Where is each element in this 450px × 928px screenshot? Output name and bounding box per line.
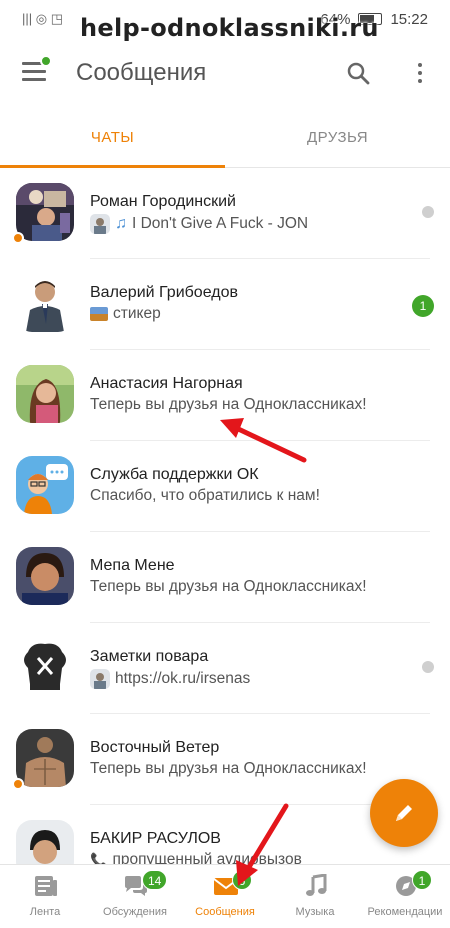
more-options-icon[interactable]: [410, 60, 430, 86]
chat-name: Анастасия Нагорная: [90, 375, 243, 392]
nav-music[interactable]: Музыка: [270, 865, 360, 928]
chat-row[interactable]: Роман Городинский ♫ I Don't Give A Fuck …: [0, 168, 450, 259]
menu-notification-dot: [40, 55, 52, 67]
chat-row[interactable]: Валерий Грибоедов стикер 1: [0, 259, 450, 350]
avatar: [16, 183, 74, 241]
online-indicator: [12, 778, 24, 790]
search-icon[interactable]: [346, 61, 370, 85]
avatar: [16, 274, 74, 332]
chat-last-message: Теперь вы друзья на Одноклассниках!: [90, 760, 367, 777]
page-title: Сообщения: [76, 59, 207, 86]
chat-last-message: ♫ I Don't Give A Fuck - JON: [90, 214, 308, 234]
mini-avatar: [90, 214, 110, 234]
app-bar: Сообщения: [0, 40, 450, 108]
mini-avatar: [90, 669, 110, 689]
nav-messages[interactable]: 6 Сообщения: [180, 865, 270, 928]
tab-friends[interactable]: ДРУЗЬЯ: [225, 108, 450, 168]
chat-last-message: Теперь вы друзья на Одноклассниках!: [90, 578, 367, 595]
clock: 15:22: [390, 10, 428, 28]
unread-count-badge: 1: [412, 295, 434, 317]
avatar: [16, 456, 74, 514]
signal-icons: ||| ◎ ◳: [22, 11, 63, 26]
avatar: [16, 365, 74, 423]
sticker-icon: [90, 307, 108, 321]
messages-badge: 6: [232, 870, 252, 890]
compose-button[interactable]: [370, 779, 438, 847]
chat-name: Роман Городинский: [90, 193, 236, 210]
nav-feed[interactable]: Лента: [0, 865, 90, 928]
pencil-icon: [396, 805, 412, 821]
avatar: [16, 638, 74, 696]
nav-discussions[interactable]: 14 Обсуждения: [90, 865, 180, 928]
bottom-navigation: Лента 14 Обсуждения 6 Сообщения Музыка 1…: [0, 864, 450, 928]
nav-recommendations[interactable]: 1 Рекомендации: [360, 865, 450, 928]
chat-name: БАКИР РАСУЛОВ: [90, 830, 221, 847]
chat-row[interactable]: Служба поддержки ОК Спасибо, что обратил…: [0, 441, 450, 532]
chat-name: Служба поддержки ОК: [90, 466, 259, 483]
chat-last-message: Теперь вы друзья на Одноклассниках!: [90, 396, 367, 413]
nav-label: Лента: [29, 906, 61, 918]
chat-row[interactable]: Заметки повара https://ok.ru/irsenas: [0, 623, 450, 714]
chat-name: Валерий Грибоедов: [90, 284, 238, 301]
music-note-icon: ♫: [115, 215, 127, 232]
online-indicator: [12, 232, 24, 244]
watermark: help-odnoklassniki.ru: [80, 14, 379, 42]
nav-label: Музыка: [295, 906, 335, 918]
chat-last-message: https://ok.ru/irsenas: [90, 669, 250, 689]
nav-label: Обсуждения: [103, 906, 167, 918]
chat-row[interactable]: Мепа Мене Теперь вы друзья на Одноклассн…: [0, 532, 450, 623]
tab-chats[interactable]: ЧАТЫ: [0, 108, 225, 168]
read-status-dot: [422, 661, 434, 673]
chat-row[interactable]: Анастасия Нагорная Теперь вы друзья на О…: [0, 350, 450, 441]
nav-label: Сообщения: [195, 906, 255, 918]
nav-label: Рекомендации: [367, 906, 443, 918]
chat-last-message: стикер: [90, 305, 161, 323]
avatar: [16, 547, 74, 605]
recommendations-badge: 1: [412, 870, 432, 890]
discussions-badge: 14: [142, 870, 168, 890]
music-icon: [306, 874, 327, 896]
chat-name: Мепа Мене: [90, 557, 175, 574]
chat-name: Заметки повара: [90, 648, 209, 665]
feed-icon: [35, 876, 57, 896]
chat-last-message: Спасибо, что обратились к нам!: [90, 487, 320, 504]
tab-bar: ЧАТЫ ДРУЗЬЯ: [0, 108, 450, 168]
chat-name: Восточный Ветер: [90, 739, 220, 756]
avatar: [16, 729, 74, 787]
read-status-dot: [422, 206, 434, 218]
